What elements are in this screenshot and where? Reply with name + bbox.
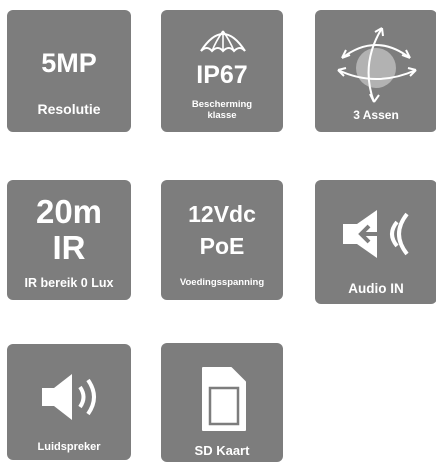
power-poe: PoE <box>199 233 245 259</box>
ip-label-line2: klasse <box>207 110 237 121</box>
tile-audio-in: Audio IN <box>315 180 436 304</box>
ir-label-big: IR <box>52 229 86 266</box>
ir-range-label: IR bereik 0 Lux <box>24 276 114 290</box>
ir-distance: 20m <box>35 193 103 230</box>
ip-label-line1: Bescherming <box>191 99 253 110</box>
tile-sd-card: SD Kaart <box>161 343 283 462</box>
tile-axes: 3 Assen <box>315 10 436 132</box>
rotation-axes-icon <box>337 27 417 103</box>
audio-in-label: Audio IN <box>348 281 404 296</box>
speaker-label: Luidspreker <box>37 441 101 453</box>
ip-value: IP67 <box>196 61 248 89</box>
tile-power: 12Vdc PoE Voedingsspanning <box>161 180 283 300</box>
umbrella-icon <box>200 30 246 53</box>
tile-ip-rating: IP67 Bescherming klasse <box>161 10 283 132</box>
power-label: Voedingsspanning <box>179 277 265 288</box>
resolution-value: 5MP <box>41 48 97 78</box>
power-voltage: 12Vdc <box>188 201 256 227</box>
sd-card-label: SD Kaart <box>194 443 250 458</box>
tile-speaker: Luidspreker <box>7 344 131 460</box>
tile-resolution: 5MP Resolutie <box>7 10 131 132</box>
sd-card-icon <box>202 367 246 431</box>
microphone-audio-in-icon <box>343 210 409 258</box>
resolution-label: Resolutie <box>37 101 101 117</box>
tile-ir: 20m IR IR bereik 0 Lux <box>7 180 131 300</box>
axes-label: 3 Assen <box>353 108 399 122</box>
speaker-icon <box>42 374 96 420</box>
